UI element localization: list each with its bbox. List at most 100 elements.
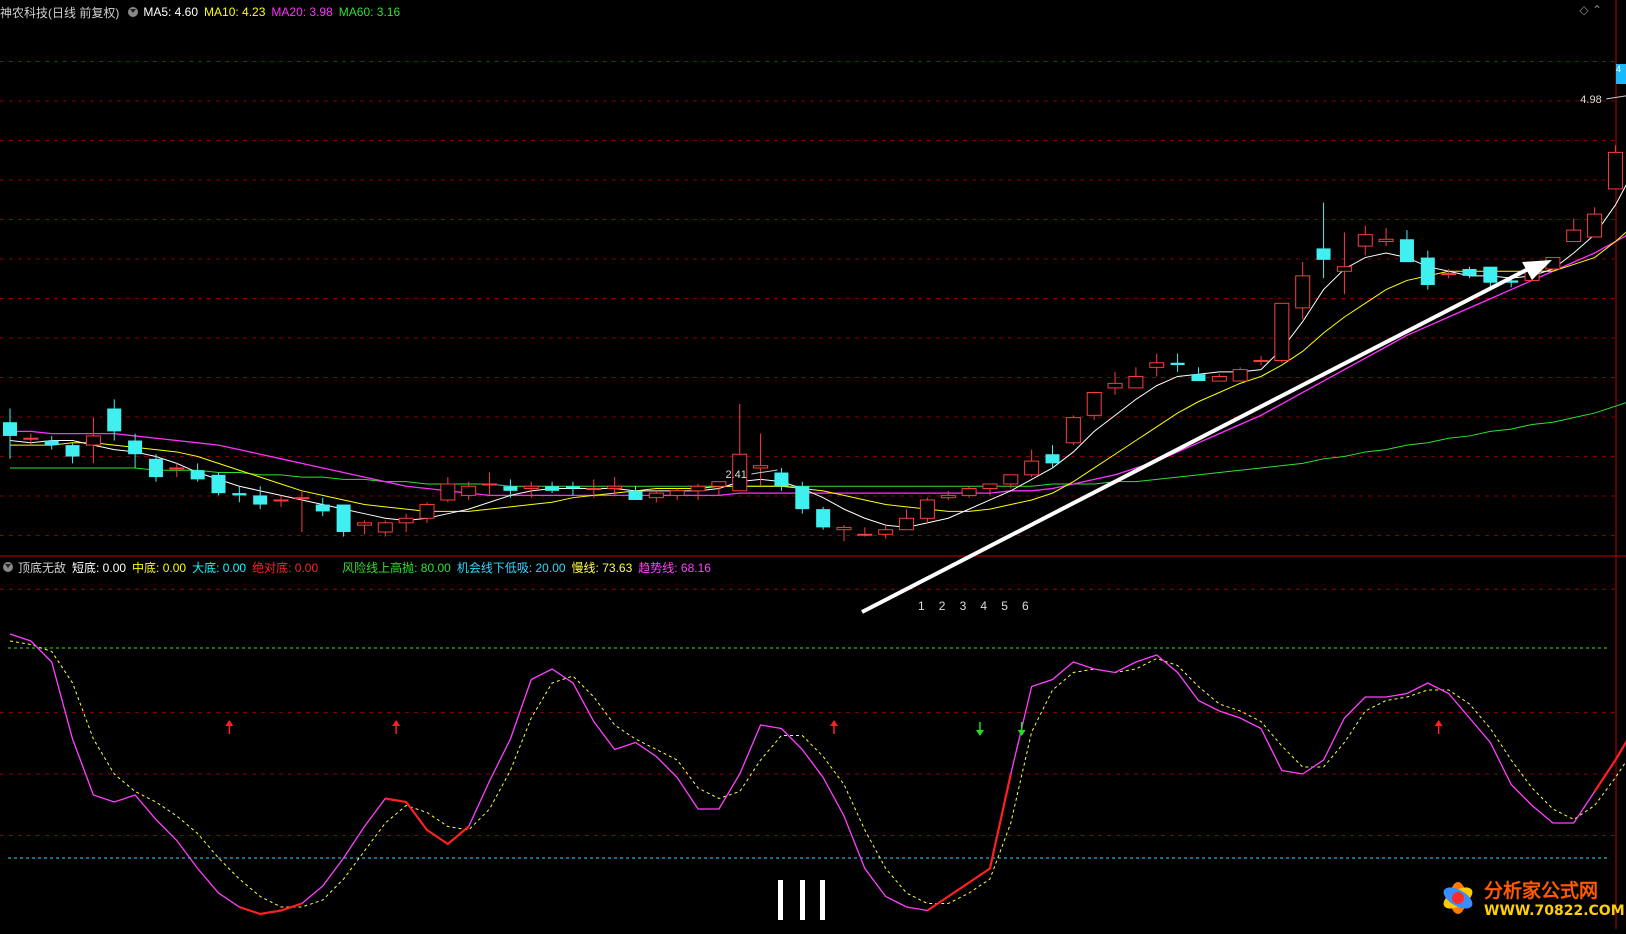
candle-up xyxy=(1587,213,1603,238)
candle-up xyxy=(1003,474,1019,485)
watermark-title: 分析家公式网 xyxy=(1484,880,1599,902)
main-title[interactable]: 神农科技(日线 前复权) xyxy=(0,4,119,21)
candle-up xyxy=(398,517,414,524)
indicator-value-4: 风险线上高抛: 80.00 xyxy=(342,560,451,575)
indicator-title[interactable]: 顶底无敌 xyxy=(18,559,66,576)
flower-logo-icon xyxy=(1443,882,1473,914)
bottom-signal-segment xyxy=(1593,740,1626,793)
window-icons[interactable]: ◇ ⌃ xyxy=(1579,3,1602,17)
chart-stage: 2.41 4.98 1 2 3 4 5 6 神农科技(日线 前复权) MA5: 4.60 MA… xyxy=(0,0,1626,929)
candle-down xyxy=(3,422,17,436)
indicator-value-2: 大底: 0.00 xyxy=(192,560,247,575)
candle-down xyxy=(1045,454,1060,464)
price-pointer xyxy=(751,469,778,475)
candle-down xyxy=(1399,239,1414,263)
candle-down xyxy=(107,408,122,432)
chart-canvas[interactable]: 2.414.981 2 3 4 5 6 xyxy=(0,0,1626,929)
bottom-marker-bar xyxy=(778,880,783,920)
candle-up xyxy=(1024,460,1040,476)
count-label: 4 xyxy=(980,599,987,613)
ma20-label: MA20: 3.98 xyxy=(271,5,333,19)
up-arrow-head xyxy=(392,720,401,726)
candle-up xyxy=(1107,382,1123,389)
watermark: 分析家公式网 WWW.70822.COM xyxy=(1432,872,1625,926)
ma60-line xyxy=(10,402,1626,487)
candle-up xyxy=(690,485,706,492)
candle-up xyxy=(1607,151,1623,190)
candle-down xyxy=(565,486,580,489)
count-label: 2 xyxy=(939,599,946,613)
candle-down xyxy=(190,470,205,480)
ma20-line xyxy=(10,235,1626,497)
bottom-signal-segment xyxy=(238,902,303,916)
candle-up xyxy=(1441,273,1457,276)
candle-up xyxy=(648,492,664,499)
bottom-marker-bar xyxy=(800,880,805,920)
watermark-url: WWW.70822.COM xyxy=(1484,903,1625,919)
candle-down xyxy=(1170,362,1185,366)
up-arrow-head xyxy=(225,720,234,726)
candle-up xyxy=(1065,417,1081,444)
candle-up xyxy=(1086,391,1102,416)
count-label: 5 xyxy=(1001,599,1008,613)
candle-down xyxy=(1483,266,1498,283)
candle-up xyxy=(1253,359,1269,362)
up-arrow-head xyxy=(1434,720,1443,726)
candle-up xyxy=(1566,229,1582,243)
candle-down xyxy=(1420,257,1435,285)
count-label: 6 xyxy=(1022,599,1029,613)
candle-up xyxy=(1336,266,1352,272)
candle-up xyxy=(1295,275,1311,309)
candle-up xyxy=(1211,375,1227,382)
candle-down xyxy=(795,486,810,510)
indicator-value-0: 短底: 0.00 xyxy=(72,560,127,575)
edge-price-label: 4 xyxy=(1616,64,1626,84)
bottom-signal-segment xyxy=(385,797,470,846)
candle-up xyxy=(294,497,310,500)
candle-up xyxy=(523,485,539,490)
candle-up xyxy=(899,517,915,531)
ma60-label: MA60: 3.16 xyxy=(338,5,401,19)
candle-down xyxy=(545,486,560,491)
up-arrow-head xyxy=(830,720,838,726)
ma10-line xyxy=(10,231,1626,512)
candle-down xyxy=(1191,374,1206,382)
candle-down xyxy=(211,474,226,494)
candle-up xyxy=(669,490,685,496)
candle-down xyxy=(253,495,268,505)
ma5-label: MA5: 4.60 xyxy=(143,5,199,19)
candle-up xyxy=(356,522,372,526)
candle-down xyxy=(628,490,643,500)
candle-up xyxy=(607,485,623,490)
candle-up xyxy=(919,499,935,519)
down-arrow-head xyxy=(975,730,984,736)
candle-up xyxy=(23,437,39,440)
candle-up xyxy=(440,483,456,501)
bottom-signal-segment xyxy=(926,773,1012,912)
price-annotation: 2.41 xyxy=(725,469,746,481)
candle-up xyxy=(878,529,894,535)
main-header: 神农科技(日线 前复权) MA5: 4.60 MA10: 4.23 MA20: … xyxy=(0,3,1600,21)
ma5-line xyxy=(9,184,1626,528)
candle-up xyxy=(1128,375,1144,389)
candle-down xyxy=(1316,248,1331,260)
ma10-label: MA10: 4.23 xyxy=(204,5,266,19)
candle-up xyxy=(857,533,873,536)
price-annotation: 4.98 xyxy=(1580,94,1601,106)
indicator-value-7: 趋势线: 68.16 xyxy=(638,560,711,575)
down-arrow-head xyxy=(1017,730,1026,736)
candle-up xyxy=(377,522,393,533)
candle-up xyxy=(961,488,977,496)
indicator-value-3: 绝对底: 0.00 xyxy=(252,560,319,575)
candle-down xyxy=(232,493,247,496)
indicator-value-6: 慢线: 73.63 xyxy=(571,560,633,575)
count-label: 3 xyxy=(960,599,967,613)
indicator-value-1: 中底: 0.00 xyxy=(132,560,187,575)
candle-up xyxy=(1274,302,1290,361)
candle-up xyxy=(169,467,185,470)
candle-down xyxy=(44,440,59,446)
dropdown-icon[interactable] xyxy=(3,562,13,572)
dropdown-icon[interactable] xyxy=(128,7,139,17)
candle-down xyxy=(128,440,143,455)
candle-up xyxy=(482,483,498,486)
